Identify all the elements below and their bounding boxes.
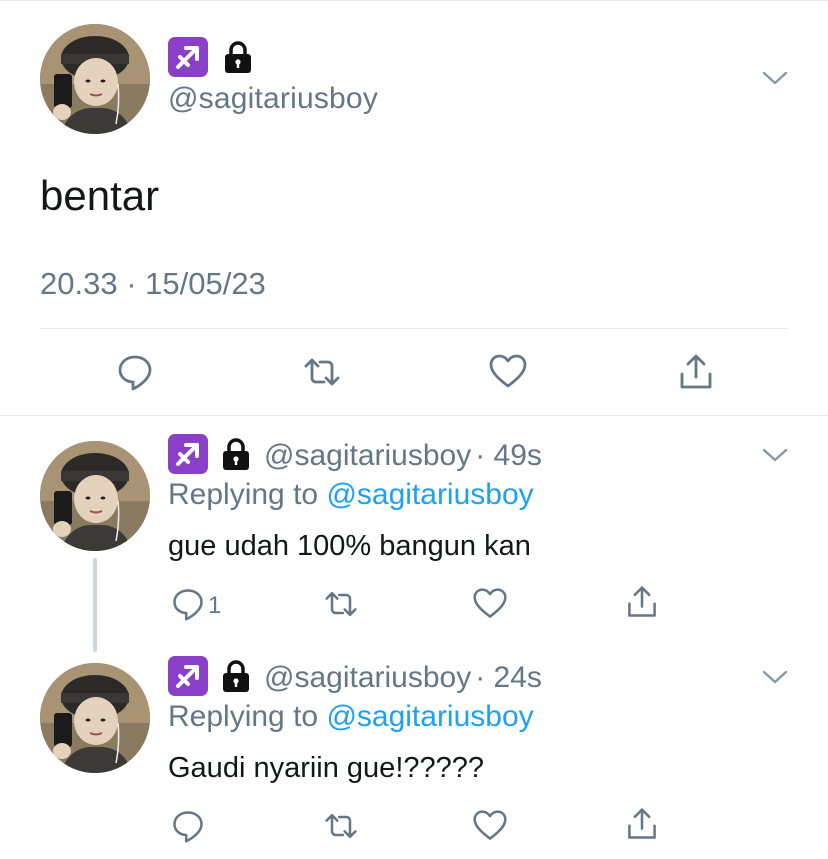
thread-connector	[93, 558, 97, 652]
user-handle[interactable]: @sagitariusboy	[264, 439, 471, 473]
reply-time: · 49s	[475, 439, 542, 472]
share-icon[interactable]	[624, 584, 660, 620]
avatar[interactable]	[40, 24, 150, 134]
reply-icon[interactable]	[170, 586, 206, 622]
heart-icon[interactable]	[472, 808, 508, 844]
tweet-text: Gaudi nyariin gue!?????	[168, 752, 485, 784]
chevron-down-icon[interactable]	[762, 669, 788, 685]
retweet-icon[interactable]	[323, 808, 359, 844]
tweet-text: gue udah 100% bangun kan	[168, 530, 531, 562]
heart-icon[interactable]	[488, 352, 528, 392]
mention-link[interactable]: @sagitariusboy	[326, 700, 533, 733]
lock-icon	[220, 658, 252, 699]
mention-link[interactable]: @sagitariusboy	[326, 478, 533, 511]
replying-to: Replying to @sagitariusboy	[168, 700, 534, 734]
reply-count: 1	[208, 592, 222, 619]
divider	[0, 415, 828, 416]
chevron-down-icon[interactable]	[762, 70, 788, 86]
share-icon[interactable]	[624, 806, 660, 842]
divider	[40, 328, 788, 329]
replying-label: Replying to	[168, 700, 319, 733]
replying-label: Replying to	[168, 478, 319, 511]
retweet-icon[interactable]	[302, 352, 342, 392]
sagittarius-icon	[168, 37, 208, 82]
display-name[interactable]	[168, 38, 254, 80]
reply-icon[interactable]	[170, 808, 206, 844]
retweet-icon[interactable]	[323, 586, 359, 622]
reply-header: @sagitariusboy · 49s	[168, 436, 542, 476]
reply-icon[interactable]	[115, 352, 155, 392]
sagittarius-icon	[168, 656, 208, 701]
sagittarius-icon	[168, 434, 208, 479]
replying-to: Replying to @sagitariusboy	[168, 478, 534, 512]
avatar[interactable]	[40, 441, 150, 551]
share-icon[interactable]	[676, 352, 716, 392]
main-tweet: @sagitariusboy bentar 20.33 · 15/05/23	[0, 0, 828, 416]
reply-time: · 24s	[475, 661, 542, 694]
tweet-text: bentar	[40, 172, 160, 219]
user-handle[interactable]: @sagitariusboy	[168, 82, 378, 116]
chevron-down-icon[interactable]	[762, 447, 788, 463]
lock-icon	[220, 436, 252, 477]
reply-header: @sagitariusboy · 24s	[168, 658, 542, 698]
user-handle[interactable]: @sagitariusboy	[264, 661, 471, 695]
heart-icon[interactable]	[472, 586, 508, 622]
lock-icon	[222, 39, 254, 80]
tweet-timestamp[interactable]: 20.33 · 15/05/23	[40, 266, 266, 302]
avatar[interactable]	[40, 663, 150, 773]
